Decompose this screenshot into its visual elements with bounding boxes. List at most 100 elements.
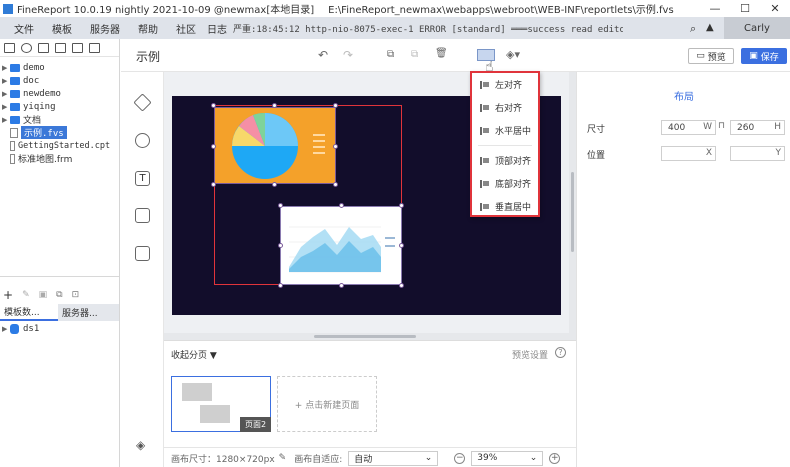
delete-icon[interactable] <box>89 42 100 53</box>
preview-data-icon[interactable]: ⊡ <box>72 290 80 300</box>
v-scroll-thumb[interactable] <box>571 172 574 252</box>
pie-chart-svg <box>232 112 325 179</box>
tree-item-example[interactable]: 示例.fvs <box>0 126 119 139</box>
user-name[interactable]: Carly <box>724 17 790 39</box>
menu-help[interactable]: 帮助 <box>129 21 167 36</box>
layer-icon[interactable]: ◈▾ <box>506 48 520 61</box>
redo-icon[interactable]: ↷ <box>343 48 353 62</box>
tree-item-yiqing[interactable]: ▶ yiqing <box>0 100 119 113</box>
tree-item-docs[interactable]: ▶ 文档 <box>0 113 119 126</box>
minimize-button[interactable]: — <box>700 0 730 17</box>
layers-icon[interactable]: ◈ <box>136 438 145 452</box>
new-file-icon[interactable] <box>4 42 15 53</box>
menu-item-align-top[interactable]: 顶部对齐 <box>472 149 538 172</box>
height-input[interactable]: 260 H <box>730 120 785 135</box>
resize-handle[interactable] <box>399 203 404 208</box>
adapt-select[interactable]: 自动 ⌄ <box>348 450 439 466</box>
chevron-down-icon: ⌄ <box>424 453 433 463</box>
layout-tab[interactable]: 布局 <box>674 88 694 103</box>
position-label: 位置 <box>587 151 606 161</box>
page-thumbnail[interactable]: 页面2 <box>171 376 271 432</box>
resize-handle[interactable] <box>278 203 283 208</box>
app-logo-icon <box>3 3 13 14</box>
open-folder-icon[interactable] <box>38 42 49 53</box>
menu-item-align-left[interactable]: 左对齐 <box>472 73 538 96</box>
zoom-out-icon[interactable]: − <box>454 452 466 464</box>
video-icon[interactable] <box>135 208 150 223</box>
tree-item-gettingstarted[interactable]: GettingStarted.cpt <box>0 139 119 152</box>
tree-item-demo[interactable]: ▶ demo <box>0 61 119 74</box>
x-input[interactable]: X <box>661 146 716 161</box>
page-title: 示例 <box>136 50 161 64</box>
menu-item-align-right[interactable]: 右对齐 <box>472 96 538 119</box>
copy-widget-icon[interactable]: ⧉ <box>387 49 394 60</box>
menu-item-align-center-h[interactable]: 水平居中 <box>472 119 538 142</box>
resize-handle[interactable] <box>211 182 216 187</box>
resize-handle[interactable] <box>333 144 338 149</box>
resize-handle[interactable] <box>278 283 283 288</box>
edit-icon[interactable]: ✎ <box>22 290 30 300</box>
add-icon[interactable]: + <box>3 288 13 302</box>
preview-button[interactable]: ▭ 预览 <box>688 48 734 64</box>
search-icon[interactable]: ⌕ <box>690 22 696 36</box>
tab-server-data[interactable]: 服务器... <box>58 304 119 321</box>
width-input[interactable]: 400 W <box>661 120 716 135</box>
close-button[interactable]: ✕ <box>760 0 790 17</box>
copy-icon[interactable]: ⧉ <box>56 290 62 300</box>
menu-log[interactable]: 日志 <box>205 21 229 36</box>
resize-handle[interactable] <box>272 182 277 187</box>
delete-dataset-icon[interactable]: ▣ <box>39 290 48 300</box>
tree-item-map[interactable]: 标准地图.frm <box>0 152 119 165</box>
canvas-status-bar: 画布尺寸：1280×720px ✎ 画布自适应: 自动 ⌄ − 39% ⌄ + <box>164 447 576 467</box>
widget-box-icon[interactable] <box>135 246 150 261</box>
chart-icon[interactable] <box>135 133 150 148</box>
resize-handle[interactable] <box>339 203 344 208</box>
maximize-button[interactable]: ☐ <box>730 0 760 17</box>
edit-size-icon[interactable]: ✎ <box>279 453 287 463</box>
left-panel: ▶ demo ▶ doc ▶ newdemo ▶ yiqing ▶ 文档 示例.fvs G… <box>0 39 120 467</box>
refresh-icon[interactable] <box>21 42 32 53</box>
resize-handle[interactable] <box>272 103 277 108</box>
preview-settings-link[interactable]: 预览设置 <box>512 348 548 361</box>
component-cube-icon[interactable] <box>133 93 152 112</box>
resize-handle[interactable] <box>211 144 216 149</box>
locate-icon[interactable] <box>55 42 66 53</box>
area-chart-widget[interactable] <box>280 206 402 285</box>
dataset-item[interactable]: ▶ ds1 <box>2 324 39 334</box>
lock-ratio-icon[interactable]: ⊓ <box>718 121 725 131</box>
menu-item-align-center-v[interactable]: 垂直居中 <box>472 195 538 218</box>
tree-item-newdemo[interactable]: ▶ newdemo <box>0 87 119 100</box>
resize-handle[interactable] <box>333 182 338 187</box>
h-scroll-thumb[interactable] <box>314 335 416 338</box>
pie-chart-widget[interactable] <box>214 107 336 184</box>
menu-community[interactable]: 社区 <box>167 21 205 36</box>
menu-item-align-bottom[interactable]: 底部对齐 <box>472 172 538 195</box>
menu-template[interactable]: 模板 <box>43 21 81 36</box>
resize-handle[interactable] <box>333 103 338 108</box>
menu-server[interactable]: 服务器 <box>81 21 129 36</box>
resize-handle[interactable] <box>399 283 404 288</box>
template-icon[interactable] <box>72 42 83 53</box>
save-button[interactable]: ▣ 保存 <box>741 48 787 64</box>
resize-handle[interactable] <box>399 243 404 248</box>
resize-handle[interactable] <box>278 243 283 248</box>
undo-icon[interactable]: ↶ <box>318 48 328 62</box>
title-bar: FineReport 10.0.19 nightly 2021-10-09 @n… <box>0 0 790 17</box>
menu-file[interactable]: 文件 <box>0 21 43 36</box>
zoom-in-icon[interactable]: + <box>549 452 561 464</box>
v-scrollbar[interactable] <box>569 72 576 333</box>
help-icon[interactable]: ? <box>555 347 566 358</box>
resize-handle[interactable] <box>339 283 344 288</box>
bell-icon[interactable]: ▲ <box>706 22 714 33</box>
y-input[interactable]: Y <box>730 146 785 161</box>
zoom-select[interactable]: 39% ⌄ <box>471 450 544 466</box>
h-scrollbar[interactable] <box>164 333 576 340</box>
paste-widget-icon[interactable]: ⧉ <box>411 49 418 60</box>
resize-handle[interactable] <box>211 103 216 108</box>
text-icon[interactable]: T <box>135 171 150 186</box>
new-page-button[interactable]: + 点击新建页面 <box>277 376 377 432</box>
trash-icon[interactable]: 🗑︎ <box>435 48 448 59</box>
tab-template-data[interactable]: 模板数... <box>0 304 58 321</box>
collapse-pages-toggle[interactable]: 收起分页 ▼ <box>171 348 217 361</box>
tree-item-doc[interactable]: ▶ doc <box>0 74 119 87</box>
